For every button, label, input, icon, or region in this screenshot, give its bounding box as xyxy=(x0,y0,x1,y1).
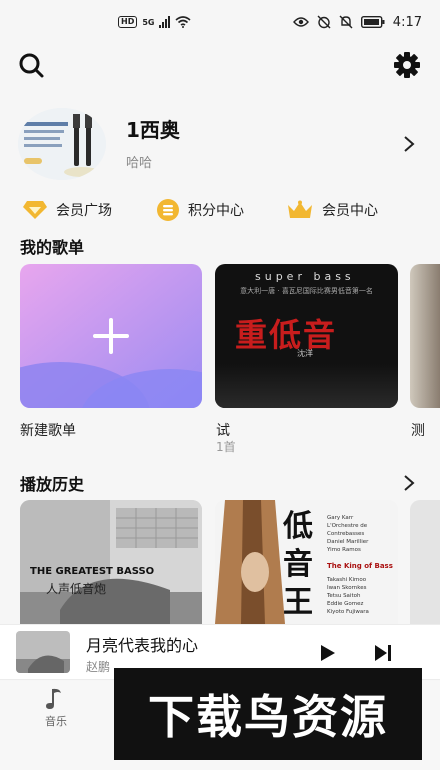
bass-name-1: L'Orchestre de Contrebasses xyxy=(327,523,368,537)
bass-names-block-2: Takashi Kimoo Iwan Skornkes Tetsu Saitoh… xyxy=(327,576,397,616)
mini-player-cover xyxy=(16,631,70,673)
avatar xyxy=(18,108,106,180)
music-note-icon xyxy=(46,688,61,709)
playlist-label-shi: 试 xyxy=(216,423,230,439)
settings-button[interactable] xyxy=(392,50,422,80)
mini-player-title: 月亮代表我的心 xyxy=(86,636,199,655)
battery-icon xyxy=(360,16,385,28)
my-playlists-title: 我的歌单 xyxy=(20,238,85,257)
playlist-count-shi: 1首 xyxy=(216,440,236,454)
history-card-greatest-basso[interactable]: THE GREATEST BASSO 人声低音炮 xyxy=(20,500,202,624)
skip-next-icon[interactable] xyxy=(370,640,396,666)
history-card-king-of-bass[interactable]: 低音王 Gary Karr L'Orchestre de Contrebasse… xyxy=(215,500,398,624)
bass-name-7: Eddie Gomez xyxy=(327,601,364,607)
bell-off-icon xyxy=(339,15,353,29)
super-bass-caption: 意大利一唐 · 喜瓦尼国际比赛男低音第一名 xyxy=(240,287,373,295)
bass-name-4: Takashi Kimoo xyxy=(327,577,367,583)
vip-plaza-label: 会员广场 xyxy=(56,203,112,219)
vip-center-label: 会员中心 xyxy=(322,203,378,219)
playlist-card-ce[interactable] xyxy=(410,264,440,408)
new-playlist-label: 新建歌单 xyxy=(20,423,76,439)
new-playlist-card[interactable] xyxy=(20,264,202,408)
vip-center-link[interactable]: 会员中心 xyxy=(286,196,378,224)
eye-icon xyxy=(292,17,309,27)
bass-name-5: Iwan Skornkes xyxy=(327,585,367,591)
bass-name-0: Gary Karr xyxy=(327,515,354,521)
status-right: 4:17 xyxy=(292,14,422,30)
plus-icon xyxy=(93,318,129,354)
status-bar: HD 5G 4:17 xyxy=(0,0,440,44)
watermark-text: 下载鸟资源 xyxy=(148,690,388,744)
gear-icon xyxy=(394,52,420,78)
chevron-right-icon[interactable] xyxy=(402,473,416,493)
bass-name-2: Daniel Marillier xyxy=(327,539,369,545)
search-button[interactable] xyxy=(16,50,46,80)
tab-music-label: 音乐 xyxy=(45,715,67,728)
king-of-bass-chinese: 低音王 xyxy=(283,509,313,620)
super-bass-name: 沈洋 xyxy=(297,349,313,358)
greatest-basso-title: THE GREATEST BASSO xyxy=(30,566,155,577)
greatest-basso-subtitle: 人声低音炮 xyxy=(46,582,107,596)
hd-badge: HD xyxy=(118,16,138,28)
watermark-banner: 下载鸟资源 xyxy=(114,668,422,760)
username: 1西奥 xyxy=(126,118,180,142)
playlist-label-ce: 测 xyxy=(411,423,425,439)
chevron-right-icon xyxy=(404,136,415,152)
diamond-icon xyxy=(23,201,47,219)
history-card-partial[interactable] xyxy=(410,500,440,624)
coin-icon xyxy=(157,199,179,221)
signal-icon xyxy=(159,16,171,28)
wifi-icon xyxy=(175,16,192,28)
super-bass-chinese: 重低音 xyxy=(235,316,338,354)
mini-player-artist: 赵鹏 xyxy=(86,660,111,674)
history-title: 播放历史 xyxy=(20,475,85,494)
points-center-link[interactable]: 积分中心 xyxy=(156,196,244,224)
network-type: 5G xyxy=(142,17,155,27)
bass-names-block: Gary Karr L'Orchestre de Contrebasses Da… xyxy=(327,514,397,554)
status-time: 4:17 xyxy=(392,14,422,30)
profile-card[interactable]: 1西奥 哈哈 xyxy=(0,104,440,184)
bass-name-8: Kiyoto Fujiwara xyxy=(327,609,369,615)
user-subtitle: 哈哈 xyxy=(126,156,153,171)
vip-plaza-link[interactable]: 会员广场 xyxy=(22,196,112,224)
king-of-bass-subtitle: The King of Bass xyxy=(327,562,393,570)
alarm-off-icon xyxy=(317,15,331,29)
crown-icon xyxy=(288,200,312,218)
quick-links: 会员广场 积分中心 会员中心 xyxy=(0,196,440,224)
points-center-label: 积分中心 xyxy=(188,203,244,219)
playlist-card-shi[interactable]: super bass 意大利一唐 · 喜瓦尼国际比赛男低音第一名 重低音 沈洋 xyxy=(215,264,398,408)
tab-music[interactable]: 音乐 xyxy=(28,685,84,728)
search-icon xyxy=(19,53,44,78)
status-left: HD 5G xyxy=(118,16,192,28)
top-bar xyxy=(0,44,440,84)
super-bass-title: super bass xyxy=(255,270,355,283)
play-icon[interactable] xyxy=(314,640,340,666)
bass-name-6: Tetsu Saitoh xyxy=(327,593,361,599)
bass-name-3: Yimo Ramos xyxy=(327,547,361,553)
